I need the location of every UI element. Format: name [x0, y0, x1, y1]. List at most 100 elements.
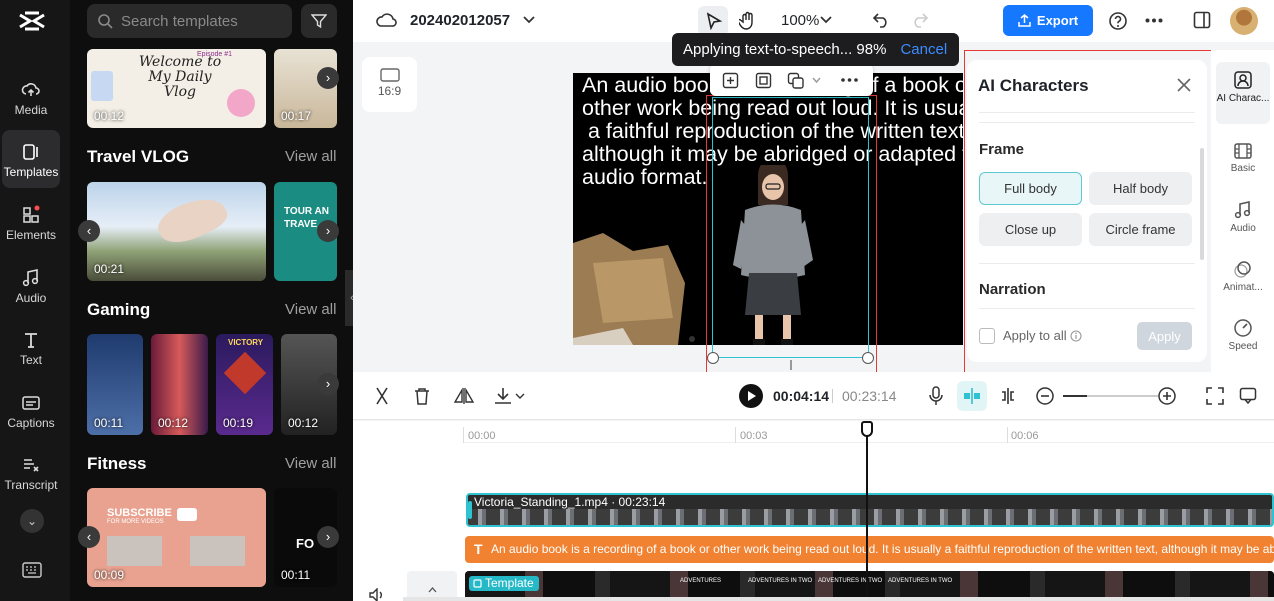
apply-button[interactable]: Apply — [1137, 322, 1192, 350]
carousel-next-icon[interactable]: › — [317, 67, 339, 89]
rail-item-media[interactable]: Media — [2, 68, 60, 126]
layout-panel-icon[interactable] — [1193, 11, 1211, 29]
export-button[interactable]: Export — [1003, 5, 1093, 36]
hand-pan-icon[interactable] — [739, 11, 757, 31]
more-options-icon[interactable] — [841, 78, 858, 82]
undo-icon[interactable] — [872, 12, 890, 28]
zoom-in-icon[interactable] — [1157, 386, 1177, 406]
chevron-down-icon[interactable] — [515, 393, 525, 400]
video-clip-label: Victoria_Standing_1.mp4 · 00:23:14 — [474, 495, 666, 509]
torn-paper-sticker[interactable] — [573, 223, 693, 345]
zoom-slider[interactable] — [1063, 395, 1158, 397]
timeline[interactable]: 00:00 00:03 00:06 Victoria_Standing_1.mp… — [353, 421, 1274, 601]
tab-basic[interactable]: Basic — [1216, 142, 1270, 174]
rail-item-transcript[interactable]: Transcript — [2, 443, 60, 501]
tab-speed[interactable]: Speed — [1216, 318, 1270, 352]
resize-handle[interactable] — [707, 352, 719, 364]
frame-option-circle-frame[interactable]: Circle frame — [1089, 213, 1192, 246]
fit-screen-icon[interactable] — [1206, 387, 1224, 405]
comment-icon[interactable] — [1239, 387, 1257, 405]
chevron-down-icon[interactable] — [820, 15, 832, 25]
tab-audio[interactable]: Audio — [1216, 200, 1270, 234]
speed-gauge-icon — [1234, 319, 1252, 337]
template-card[interactable]: 00:11 — [87, 334, 143, 435]
ruler-label: 00:03 — [740, 430, 768, 442]
add-image-icon[interactable] — [722, 72, 739, 89]
replace-icon[interactable] — [787, 72, 804, 89]
volume-icon[interactable] — [369, 588, 385, 601]
capcut-logo-icon — [19, 11, 45, 31]
keyboard-icon[interactable] — [22, 562, 42, 578]
chevron-down-icon[interactable] — [812, 77, 821, 84]
frame-option-full-body[interactable]: Full body — [979, 172, 1082, 205]
more-tools-chevron-icon[interactable]: ⌄ — [20, 509, 44, 533]
chevron-down-icon[interactable] — [523, 15, 535, 25]
rail-item-text[interactable]: Text — [2, 318, 60, 376]
split-scene-icon[interactable] — [999, 387, 1017, 405]
template-card[interactable]: VICTORY 00:19 — [216, 334, 273, 435]
cancel-button[interactable]: Cancel — [900, 41, 947, 58]
template-card-fitness[interactable]: SUBSCRIBE FOR MORE VIDEOS 00:09 — [87, 488, 266, 587]
video-clip[interactable]: Victoria_Standing_1.mp4 · 00:23:14 — [466, 493, 1274, 527]
frame-option-close-up[interactable]: Close up — [979, 213, 1082, 246]
template-card-travel[interactable]: 00:21 — [87, 182, 266, 281]
text-clip[interactable]: T An audio book is a recording of a book… — [465, 536, 1274, 563]
help-icon[interactable] — [1108, 11, 1128, 31]
horizontal-scrollbar[interactable] — [403, 597, 1274, 601]
play-button[interactable] — [739, 384, 763, 408]
template-card-daily-vlog[interactable]: Episode #1 Welcome to My Daily Vlog 00:1… — [87, 49, 266, 128]
crop-icon[interactable] — [755, 72, 772, 89]
search-input[interactable]: Search templates — [87, 4, 292, 38]
tab-ai-characters[interactable]: AI Charac... — [1216, 62, 1270, 124]
frame-option-half-body[interactable]: Half body — [1089, 172, 1192, 205]
project-name[interactable]: 202402012057 — [410, 12, 510, 29]
rail-item-templates[interactable]: Templates — [2, 130, 60, 188]
scrollbar[interactable] — [1200, 148, 1204, 260]
select-tool-button[interactable] — [698, 6, 728, 36]
zoom-level[interactable]: 100% — [781, 12, 819, 29]
rail-item-audio[interactable]: Audio — [2, 256, 60, 314]
carousel-next-icon[interactable]: › — [317, 220, 339, 242]
flip-icon[interactable] — [454, 387, 474, 405]
playhead-grip[interactable] — [861, 421, 873, 437]
resize-handle[interactable] — [862, 352, 874, 364]
decor-shape — [107, 536, 162, 566]
filter-button[interactable] — [301, 4, 337, 38]
carousel-next-icon[interactable]: › — [317, 373, 339, 395]
close-icon[interactable] — [1177, 78, 1191, 92]
microphone-icon[interactable] — [928, 386, 944, 406]
tab-label: Basic — [1230, 163, 1256, 174]
download-icon[interactable] — [494, 387, 512, 405]
divider — [979, 122, 1195, 123]
user-avatar[interactable] — [1230, 7, 1258, 35]
more-options-icon[interactable] — [1145, 18, 1163, 23]
total-time: 00:23:14 — [842, 388, 897, 404]
decor-shape — [223, 351, 267, 395]
rotate-handle[interactable] — [790, 360, 792, 370]
aspect-ratio-button[interactable]: 16:9 — [362, 57, 417, 112]
cloud-sync-icon[interactable] — [375, 11, 397, 29]
apply-all-checkbox[interactable] — [979, 328, 995, 344]
carousel-prev-icon[interactable]: ‹ — [78, 220, 100, 242]
redo-icon[interactable] — [911, 12, 929, 28]
tab-animation[interactable]: Animat... — [1216, 259, 1270, 293]
delete-icon[interactable] — [414, 387, 430, 405]
view-all-link[interactable]: View all — [285, 301, 336, 318]
rail-item-elements[interactable]: Elements — [2, 193, 60, 251]
frame-label: Frame — [979, 141, 1025, 158]
clip-trim-handle[interactable] — [468, 501, 472, 519]
split-icon[interactable] — [374, 387, 390, 405]
info-icon[interactable] — [1070, 330, 1082, 342]
auto-snap-button[interactable] — [957, 381, 987, 411]
template-duration: 00:12 — [94, 109, 125, 123]
playhead[interactable] — [861, 421, 873, 601]
filter-icon — [310, 14, 328, 29]
view-all-link[interactable]: View all — [285, 148, 336, 165]
view-all-link[interactable]: View all — [285, 455, 336, 472]
zoom-out-icon[interactable] — [1035, 386, 1055, 406]
carousel-next-icon[interactable]: › — [317, 526, 339, 548]
template-title: FO — [296, 536, 315, 551]
template-card[interactable]: 00:12 — [151, 334, 208, 435]
carousel-prev-icon[interactable]: ‹ — [78, 526, 100, 548]
rail-item-captions[interactable]: Captions — [2, 381, 60, 439]
